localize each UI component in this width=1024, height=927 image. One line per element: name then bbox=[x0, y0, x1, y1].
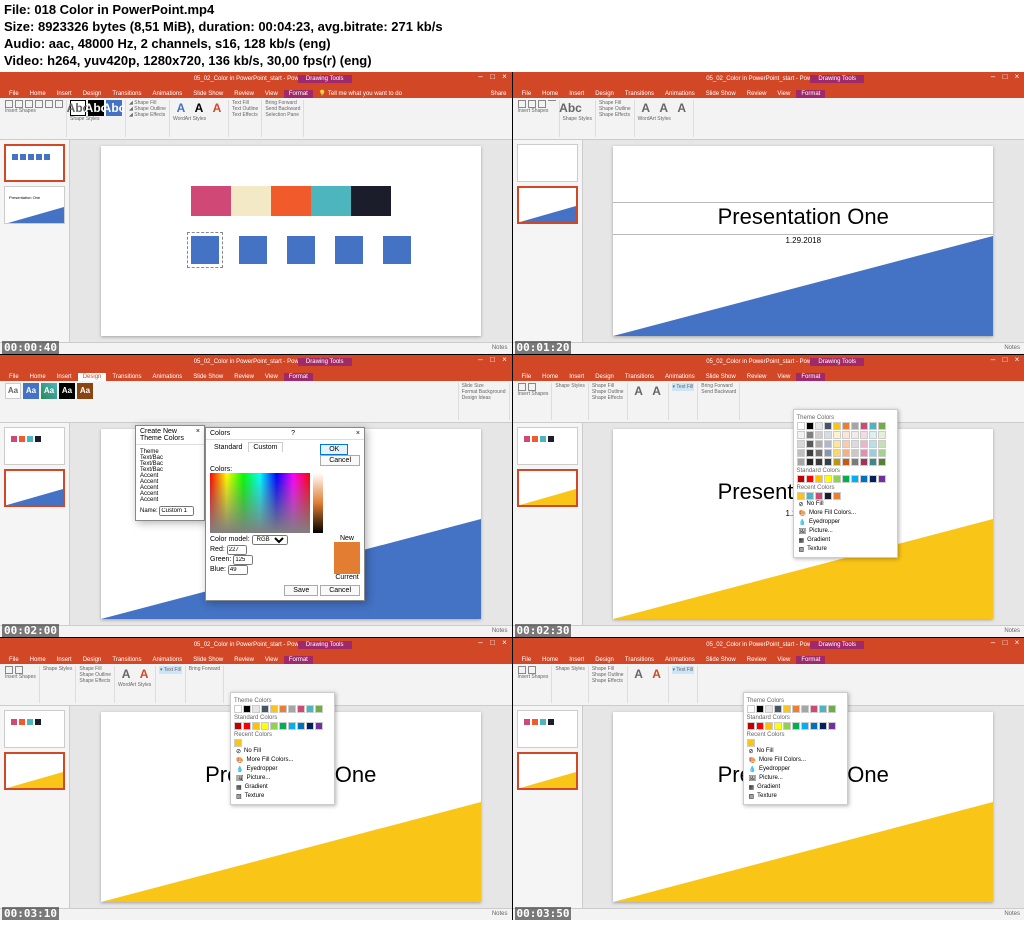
titlebar: 05_02_Color in PowerPoint_start - PowerP… bbox=[0, 72, 512, 86]
shape-icon[interactable] bbox=[5, 100, 13, 108]
colors-dialog: Colors? × Standard Custom OKCancel Color… bbox=[205, 427, 365, 601]
ribbon-tabs: File Home Insert Design Transitions Anim… bbox=[0, 86, 512, 98]
picture-item[interactable]: 🖼Picture... bbox=[797, 527, 894, 536]
text-fill-popup: Theme Colors Standard Colors Recent Colo… bbox=[743, 692, 848, 805]
frame-4: 05_02_Color in PowerPoint_start - PowerP… bbox=[513, 355, 1024, 637]
selected-shape[interactable] bbox=[191, 236, 219, 264]
close-icon[interactable]: × bbox=[500, 72, 510, 81]
blue-input[interactable] bbox=[228, 565, 248, 575]
gradient-item[interactable]: ▦Gradient bbox=[797, 536, 894, 545]
cancel-button[interactable]: Cancel bbox=[320, 455, 360, 466]
timestamp: 00:00:40 bbox=[2, 341, 59, 354]
slide-thumb-1[interactable]: 1 bbox=[4, 144, 65, 182]
ok-button[interactable]: OK bbox=[320, 444, 348, 455]
shape[interactable] bbox=[383, 236, 411, 264]
dialog-help-icon[interactable]: ? bbox=[291, 430, 295, 437]
more-colors-item[interactable]: 🎨More Fill Colors... bbox=[797, 509, 894, 518]
green-input[interactable] bbox=[233, 555, 253, 565]
text-fill-popup: Theme Colors Standard Colors Recent Colo… bbox=[230, 692, 335, 805]
shape[interactable] bbox=[239, 236, 267, 264]
current-color-swatch bbox=[334, 558, 360, 574]
save-button[interactable]: Save bbox=[284, 585, 318, 596]
texture-item[interactable]: ▧Texture bbox=[797, 545, 894, 554]
frame-5: 05_02_Color in PowerPoint_start - PowerP… bbox=[0, 638, 512, 920]
no-fill-item[interactable]: ⊘No Fill bbox=[797, 500, 894, 509]
slide-canvas[interactable] bbox=[101, 146, 481, 336]
text-fill-button[interactable]: ▾ Text Fill bbox=[673, 384, 694, 390]
shape[interactable] bbox=[287, 236, 315, 264]
drawing-tools-tab[interactable]: Drawing Tools bbox=[298, 75, 352, 83]
slide-thumb-2[interactable]: 2 Presentation One bbox=[4, 186, 65, 224]
theme-color-grid[interactable] bbox=[797, 422, 894, 466]
media-info: File: 018 Color in PowerPoint.mp4 Size: … bbox=[0, 0, 1024, 72]
new-color-swatch bbox=[334, 542, 360, 558]
color-gradient[interactable] bbox=[210, 473, 310, 533]
frame-3: 05_02_Color in PowerPoint_start - PowerP… bbox=[0, 355, 512, 637]
shape-effects-button[interactable]: ◢ Shape Effects bbox=[129, 112, 166, 118]
frame-1: 05_02_Color in PowerPoint_start - PowerP… bbox=[0, 72, 512, 354]
text-fill-button[interactable]: ▾ Text Fill bbox=[673, 667, 694, 673]
minimize-icon[interactable]: – bbox=[476, 72, 486, 81]
theme-colors-dialog: Create New Theme Colors× Theme Text/Bac … bbox=[135, 425, 205, 521]
text-fill-button[interactable]: ▾ Text Fill bbox=[160, 667, 181, 673]
thumbnail-grid: 05_02_Color in PowerPoint_start - PowerP… bbox=[0, 72, 1024, 920]
color-palette bbox=[191, 186, 411, 216]
luminance-slider[interactable] bbox=[313, 473, 323, 533]
frame-6: 05_02_Color in PowerPoint_start - PowerP… bbox=[513, 638, 1024, 920]
theme-name-input[interactable] bbox=[159, 506, 194, 516]
maximize-icon[interactable]: □ bbox=[488, 72, 498, 81]
text-fill-popup: Theme Colors Standard Colors Recent Colo… bbox=[793, 409, 898, 558]
ribbon: Insert Shapes Abc Abc Abc Shape Styles ◢… bbox=[0, 98, 512, 140]
red-input[interactable] bbox=[227, 545, 247, 555]
close-icon[interactable]: × bbox=[356, 430, 360, 437]
notes-button[interactable]: Notes bbox=[492, 345, 508, 351]
slide-panel: 1 2 Presentation One bbox=[0, 140, 70, 342]
eyedropper-item[interactable]: 💧Eyedropper bbox=[797, 518, 894, 527]
frame-2: 05_02_Color in PowerPoint_start - PowerP… bbox=[513, 72, 1024, 354]
close-icon[interactable]: × bbox=[196, 428, 200, 442]
color-model-select[interactable]: RGB bbox=[252, 535, 288, 545]
shape[interactable] bbox=[335, 236, 363, 264]
slide-canvas[interactable]: Presentation One 1.29.2018 bbox=[613, 146, 993, 336]
